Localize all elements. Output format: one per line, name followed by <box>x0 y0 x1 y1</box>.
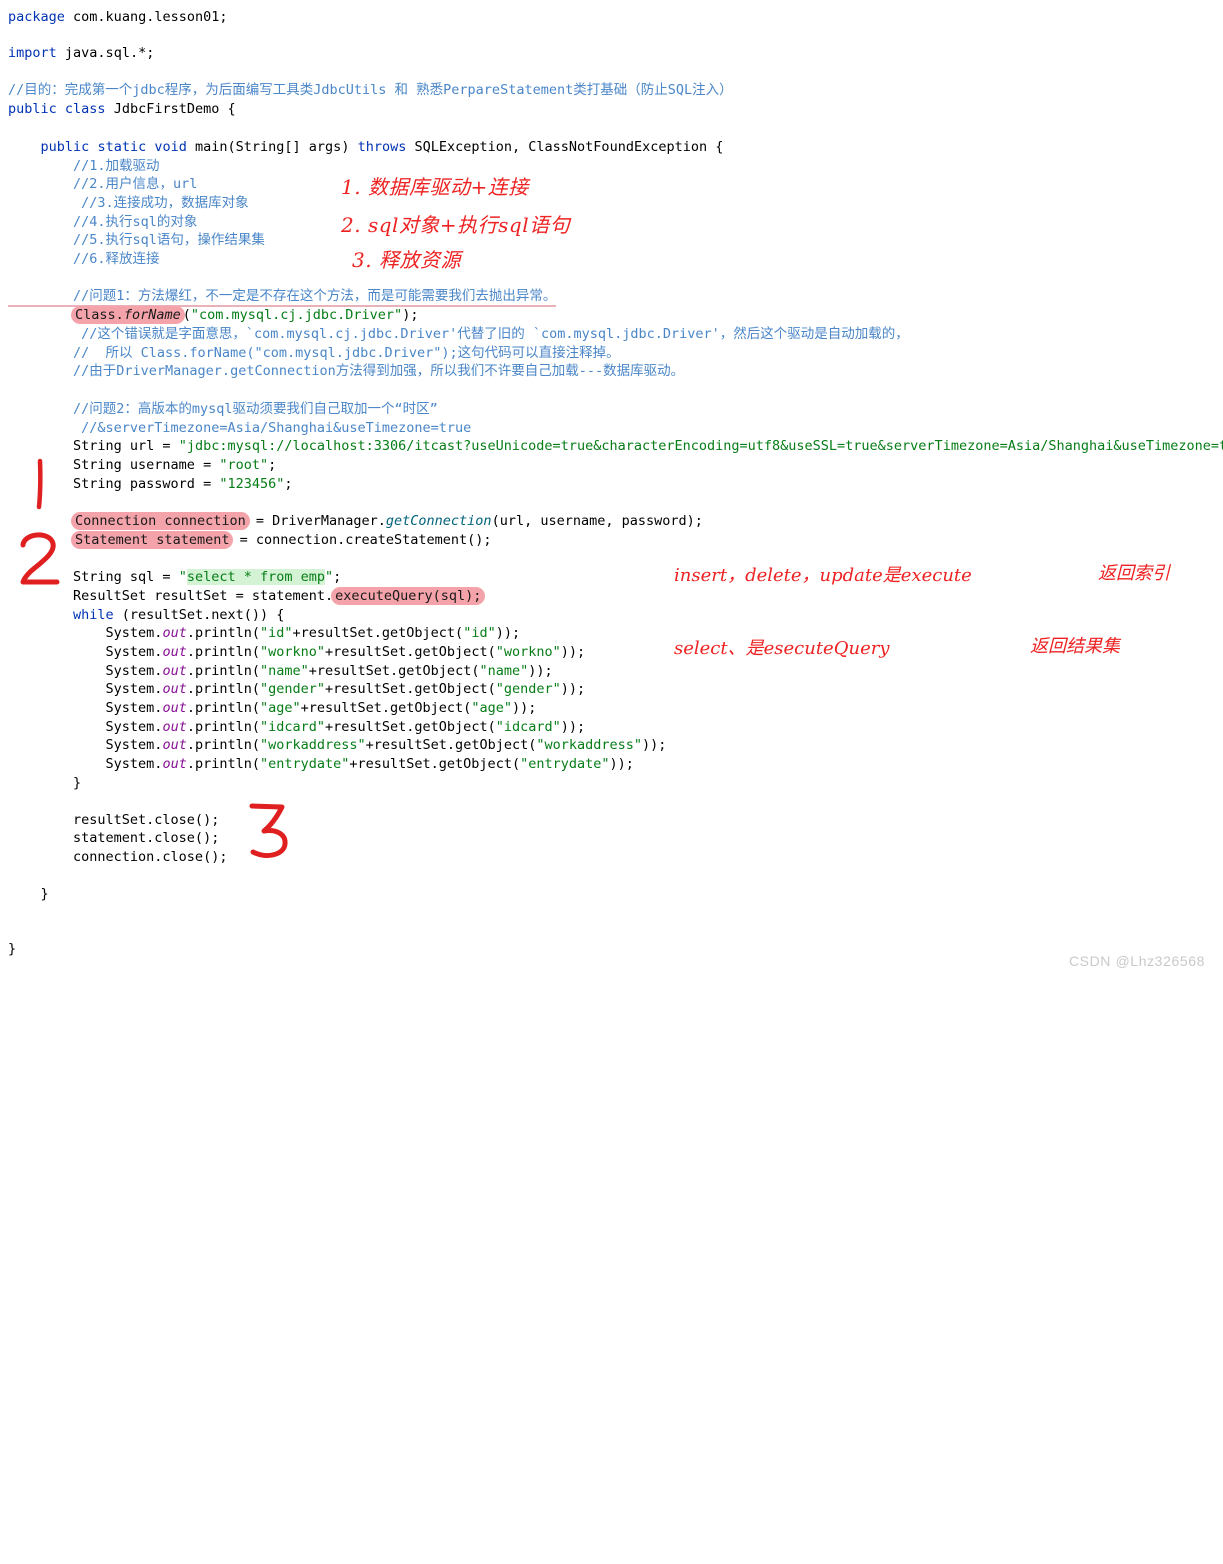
code-line: import java.sql.*; <box>8 45 155 61</box>
annotation-executequery-note: select、是esecuteQuery <box>674 638 890 659</box>
code-line: //由于DriverManager.getConnection方法得到加强，所以… <box>8 363 685 379</box>
code-line-println: System.out.println("id"+resultSet.getObj… <box>8 625 521 641</box>
code-line-close: connection.close(); <box>8 849 228 865</box>
code-line: //3.连接成功，数据库对象 <box>8 195 249 211</box>
code-line-println: System.out.println("age"+resultSet.getOb… <box>8 700 537 716</box>
code-line-while: while (resultSet.next()) { <box>73 607 285 623</box>
comment-problem-2: //问题2：高版本的mysql驱动须要我们自己取加一个“时区” <box>8 401 438 417</box>
code-line-brace: } <box>8 775 82 791</box>
code-line: //问题2：高版本的mysql驱动须要我们自己取加一个“时区” <box>8 400 438 419</box>
code-line: Class.forName ("com.mysql.cj.jdbc.Driver"… <box>8 306 418 325</box>
code-line-println: System.out.println("gender"+resultSet.ge… <box>8 681 586 697</box>
code-line: //2.用户信息，url <box>8 176 198 192</box>
code-line-close: statement.close(); <box>8 830 220 846</box>
annotation-return-index: 返回索引 <box>1098 563 1170 584</box>
code-line-println: System.out.println("entrydate"+resultSet… <box>8 756 634 772</box>
annotation-return-resultset: 返回结果集 <box>1030 636 1120 657</box>
code-line: package com.kuang.lesson01; <box>8 9 228 25</box>
annotation-step-1: 1. 数据库驱动+连接 <box>341 175 529 199</box>
csdn-watermark: CSDN @Lhz326568 <box>1068 953 1205 969</box>
code-line-url: String url = "jdbc:mysql://localhost:330… <box>8 438 1223 454</box>
highlight-executequery: executeQuery(sql); <box>331 587 486 605</box>
code-line: //&serverTimezone=Asia/Shanghai&useTimez… <box>8 420 472 436</box>
annotation-numeral-1 <box>36 458 43 510</box>
annotation-numeral-2 <box>20 532 60 585</box>
annotation-step-2: 2. sql对象+执行sql语句 <box>341 213 571 237</box>
comment-purpose: //目的：完成第一个jdbc程序，为后面编写工具类JdbcUtils 和 熟悉P… <box>8 82 733 98</box>
code-line: public class JdbcFirstDemo { <box>8 101 236 117</box>
highlight-sql-text: select * from emp <box>186 569 325 585</box>
comment-problem-1: //问题1：方法爆红，不一定是不存在这个方法，而是可能需要我们去抛出异常。 <box>8 288 557 307</box>
code-line-brace: } <box>8 886 49 902</box>
code-line: // 所以 Class.forName("com.mysql.jdbc.Driv… <box>8 345 620 361</box>
highlight-class-forname: Class.forName <box>71 306 185 324</box>
code-line: //目的：完成第一个jdbc程序，为后面编写工具类JdbcUtils 和 熟悉P… <box>8 81 733 100</box>
code-line: //1.加载驱动 <box>8 158 160 174</box>
code-line-close: resultSet.close(); <box>8 812 220 828</box>
code-line-println: System.out.println("name"+resultSet.getO… <box>8 663 553 679</box>
code-line: public static void main(String[] args) t… <box>40 139 724 155</box>
code-line-println: System.out.println("idcard"+resultSet.ge… <box>8 719 586 735</box>
code-editor-canvas: package com.kuang.lesson01; import java.… <box>0 0 1223 981</box>
code-line: //4.执行sql的对象 <box>8 214 198 230</box>
annotation-execute-note: insert，delete，update是execute <box>674 565 972 586</box>
code-line: //问题1：方法爆红，不一定是不存在这个方法，而是可能需要我们去抛出异常。 <box>8 287 557 307</box>
highlight-connection-decl: Connection connection <box>71 512 250 530</box>
code-line-brace: } <box>8 941 17 957</box>
code-line-println: System.out.println("workaddress"+resultS… <box>8 737 667 753</box>
code-line-statement: Statement statement = connection.createS… <box>8 531 492 550</box>
annotation-numeral-3 <box>249 803 288 858</box>
code-line-executequery: ResultSet resultSet = statement. executeQ… <box>8 587 486 606</box>
annotation-step-3: 3. 释放资源 <box>352 248 461 272</box>
highlight-statement-decl: Statement statement <box>71 531 234 549</box>
code-line: //这个错误就是字面意思，`com.mysql.cj.jdbc.Driver'代… <box>8 326 909 342</box>
code-line-connection: Connection connection = DriverManager.ge… <box>8 512 703 531</box>
code-line: //5.执行sql语句，操作结果集 <box>8 232 265 248</box>
code-line: //6.释放连接 <box>8 251 160 267</box>
code-line-println: System.out.println("workno"+resultSet.ge… <box>8 644 586 660</box>
